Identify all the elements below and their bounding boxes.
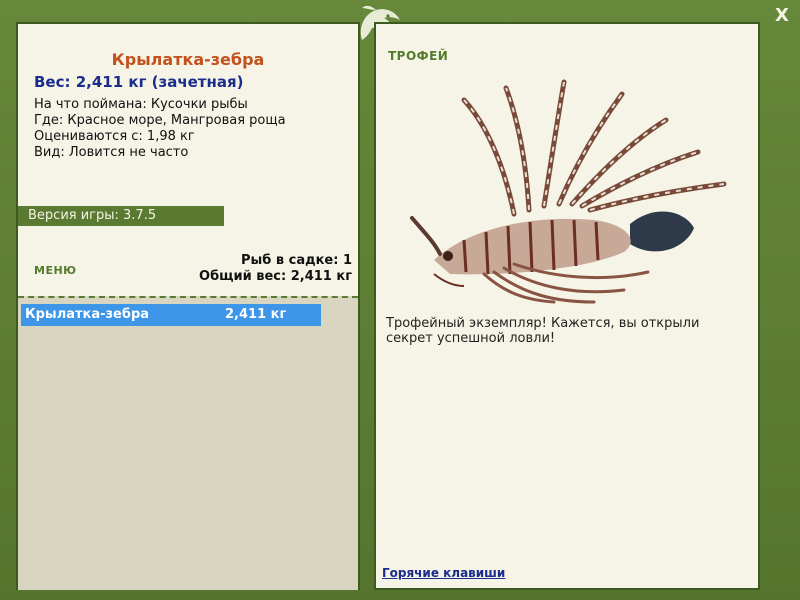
close-icon: X: [775, 5, 789, 26]
fish-min-weight: Оцениваются с: 1,98 кг: [34, 129, 195, 144]
cage-list: Крылатка-зебра 2,411 кг: [18, 296, 358, 590]
trophy-description: Трофейный экземпляр! Кажется, вы открыли…: [386, 316, 700, 346]
cage-total-weight: Общий вес: 2,411 кг: [199, 269, 352, 284]
fish-rarity: Вид: Ловится не часто: [34, 145, 189, 160]
lionfish-image: [410, 79, 727, 304]
cage-row-selected[interactable]: Крылатка-зебра 2,411 кг: [21, 304, 321, 326]
game-version-bar: Версия игры: 3.7.5: [18, 206, 224, 226]
hotkeys-link[interactable]: Горячие клавиши: [382, 566, 505, 580]
fish-info-panel: Крылатка-зебра Вес: 2,411 кг (зачетная) …: [16, 22, 360, 590]
fish-weight: Вес: 2,411 кг (зачетная): [34, 73, 244, 91]
cage-row-name: Крылатка-зебра: [25, 307, 150, 322]
fish-name-title: Крылатка-зебра: [111, 50, 265, 69]
cage-row-weight: 2,411 кг: [225, 307, 287, 322]
fish-bait: На что поймана: Кусочки рыбы: [34, 97, 248, 112]
trophy-label: ТРОФЕЙ: [388, 49, 449, 63]
cage-fish-count: Рыб в садке: 1: [240, 253, 352, 268]
fish-location: Где: Красное море, Мангровая роща: [34, 113, 286, 128]
cage-summary: Рыб в садке: 1 Общий вес: 2,411 кг: [199, 253, 352, 285]
close-button[interactable]: X: [772, 6, 792, 26]
trophy-panel: ТРОФЕЙ Трофейный экземпляр! Кажется, вы …: [374, 22, 760, 590]
menu-button[interactable]: МЕНЮ: [34, 264, 77, 277]
